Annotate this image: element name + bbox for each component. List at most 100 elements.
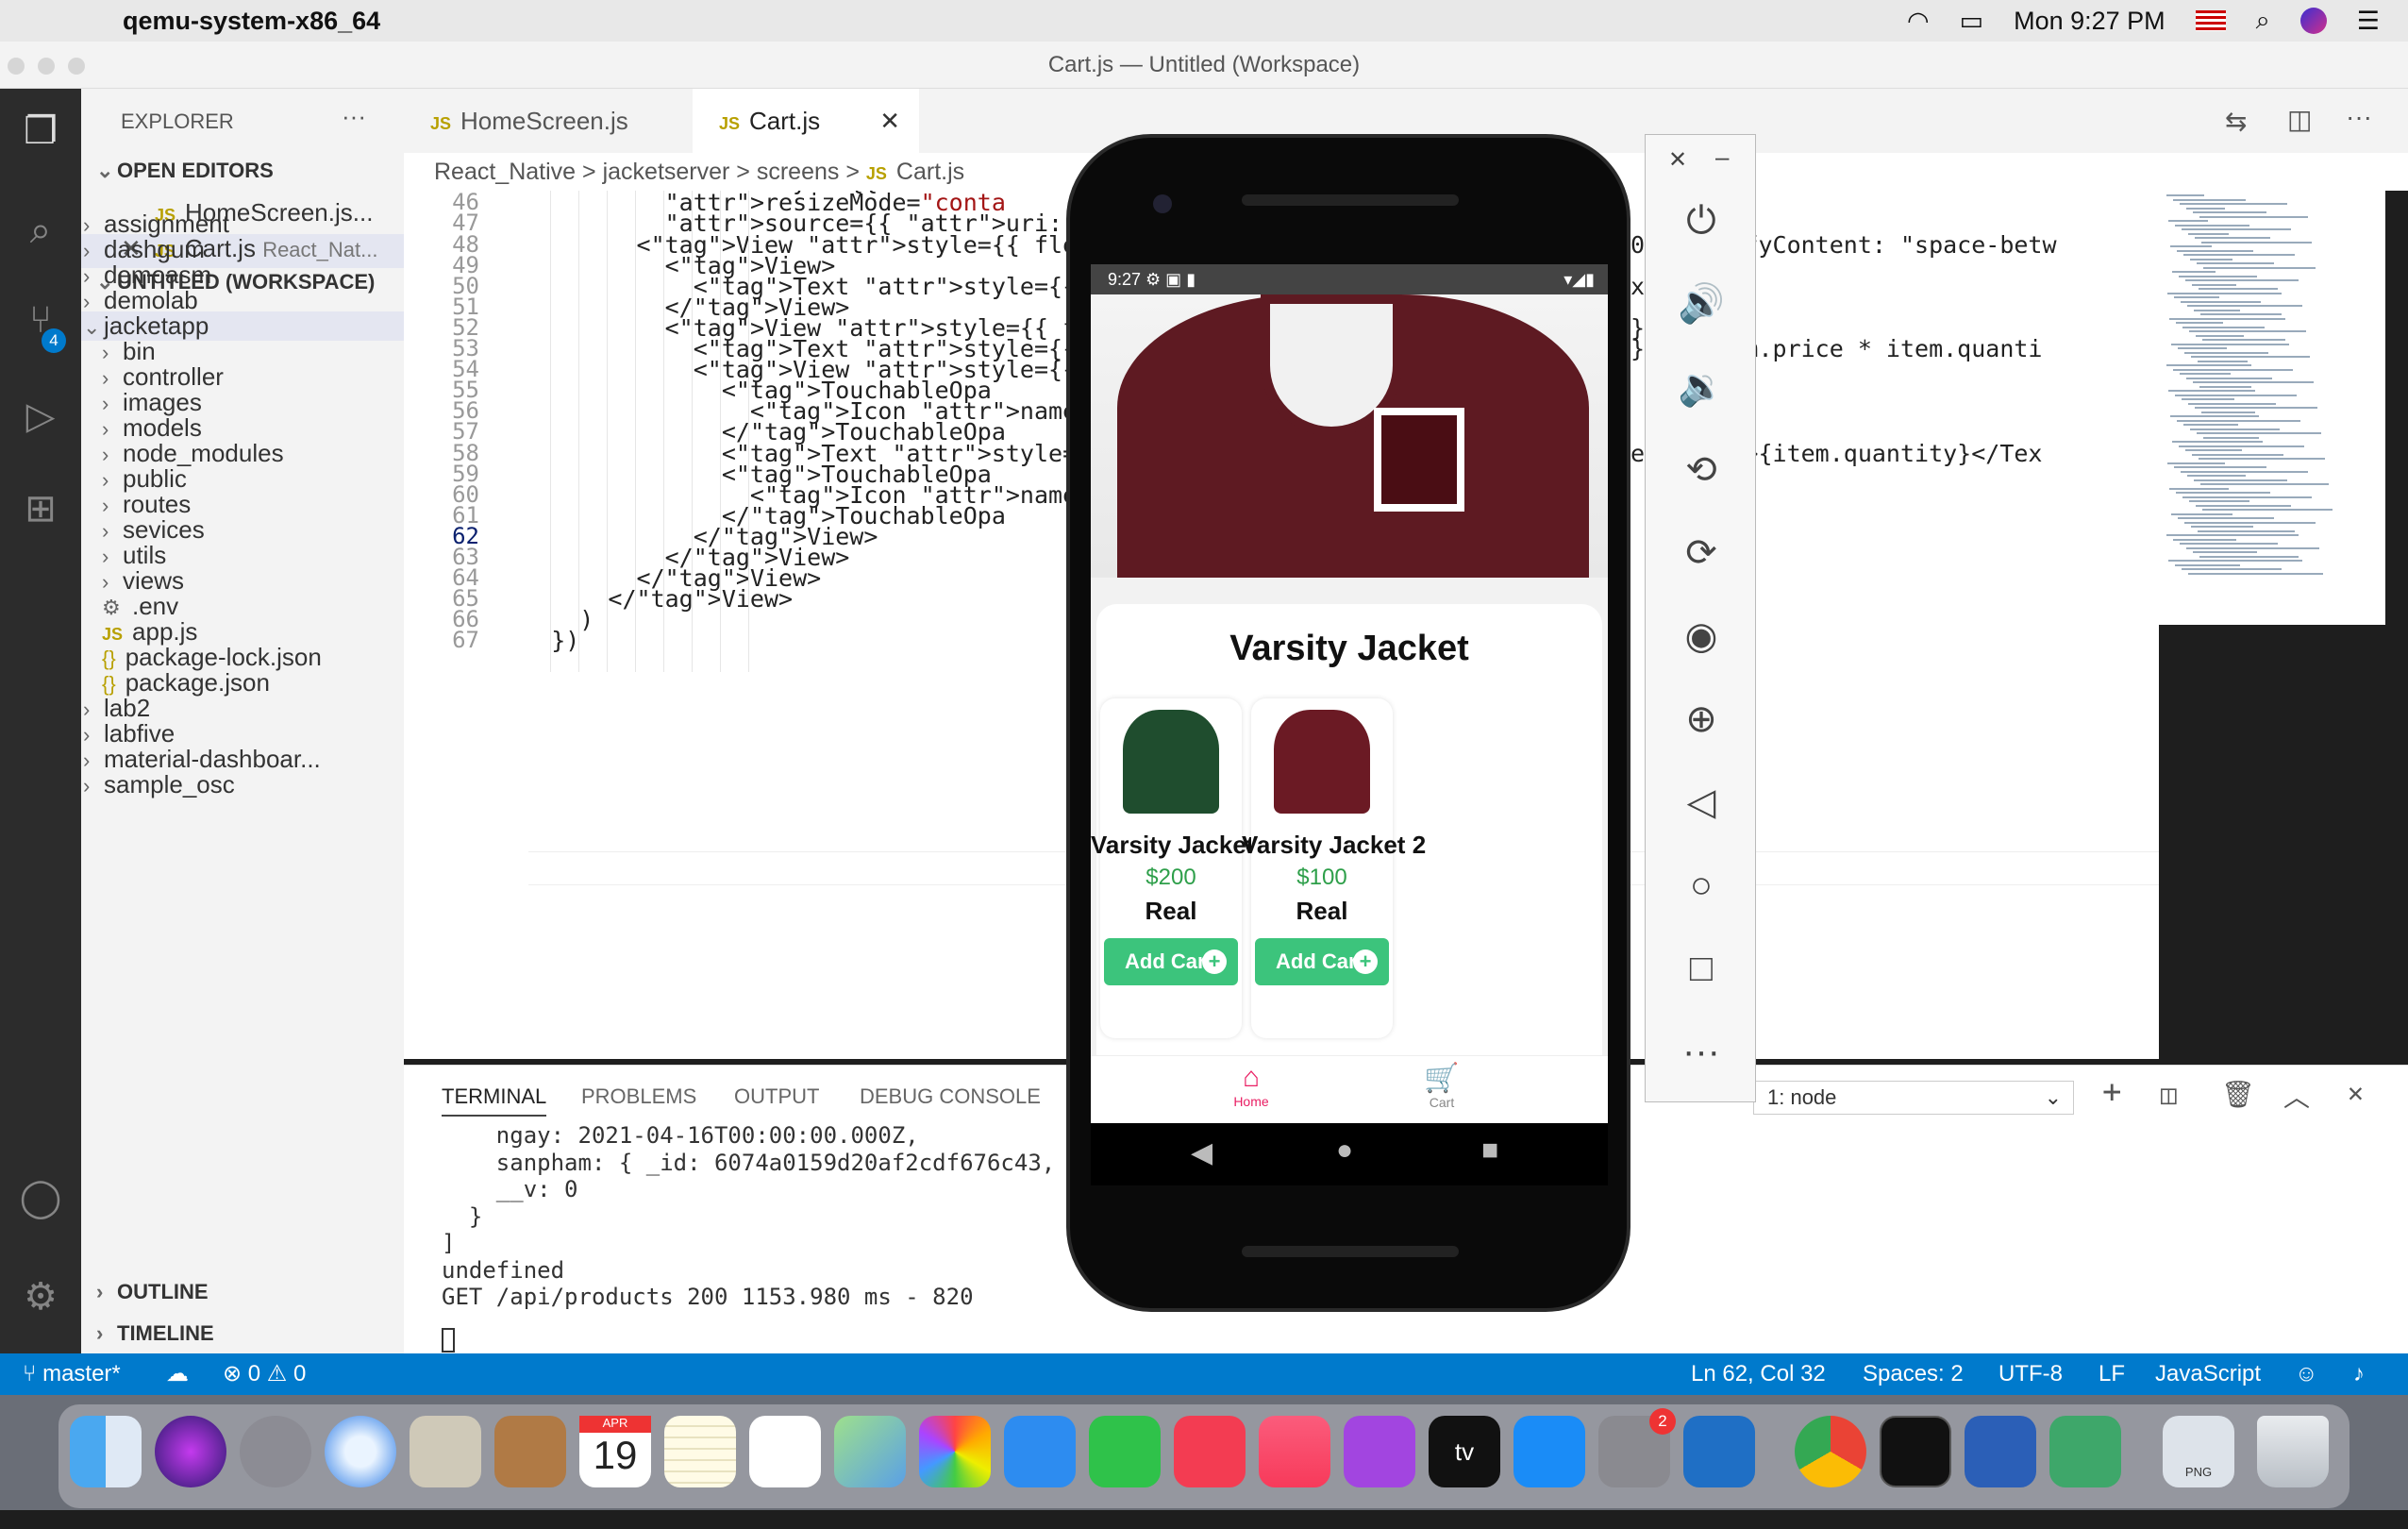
eol-status[interactable]: LF (2099, 1353, 2125, 1395)
screenshot-camera-icon[interactable]: ◉ (1674, 609, 1729, 664)
app-store-icon[interactable] (1513, 1416, 1585, 1487)
home-nav-icon[interactable]: ● (1336, 1134, 1353, 1167)
trash-icon[interactable]: 🗑 (2221, 1079, 2255, 1110)
flag-icon[interactable] (2195, 10, 2226, 31)
system-preferences-icon[interactable]: 2 (1598, 1408, 1676, 1487)
overview-icon[interactable]: □ (1674, 941, 1729, 996)
notifications-bell-icon[interactable]: ♪ (2353, 1353, 2365, 1395)
launchpad-icon[interactable] (240, 1416, 311, 1487)
recents-nav-icon[interactable]: ■ (1481, 1134, 1498, 1167)
word-icon[interactable] (1965, 1416, 2036, 1487)
rotate-left-icon[interactable]: ⟲ (1674, 443, 1729, 497)
back-icon[interactable]: ◁ (1674, 775, 1729, 830)
menubar-clock[interactable]: Mon 9:27 PM (2014, 7, 2166, 36)
tab-terminal[interactable]: TERMINAL (442, 1084, 547, 1117)
close-window-button[interactable] (8, 58, 25, 75)
home-icon[interactable]: ○ (1674, 858, 1729, 913)
siri-icon[interactable] (155, 1416, 226, 1487)
music-icon[interactable] (1259, 1416, 1330, 1487)
facetime-icon[interactable] (1089, 1416, 1161, 1487)
minimize-icon[interactable]: – (1715, 143, 1729, 172)
wifi-icon[interactable]: ◠ (1907, 7, 1930, 36)
android-emulator-icon[interactable] (2049, 1416, 2121, 1487)
close-tab-icon[interactable]: ✕ (879, 89, 900, 153)
breadcrumb-item[interactable]: screens (757, 159, 840, 185)
tab-output[interactable]: OUTPUT (734, 1084, 819, 1109)
breadcrumb-item[interactable]: jacketserver (603, 159, 730, 185)
siri-icon[interactable] (2299, 8, 2327, 34)
photos-icon[interactable] (919, 1416, 991, 1487)
control-center-icon[interactable]: ☰ (2357, 7, 2380, 36)
volume-down-icon[interactable]: 🔉 (1674, 360, 1729, 414)
nav-cart[interactable]: 🛒 Cart (1385, 1062, 1498, 1110)
product-card-item[interactable]: Varsity Jacket $200 Real Add Cart + (1091, 698, 1254, 1038)
power-icon[interactable]: ⏻ (1674, 193, 1729, 248)
outline-section[interactable]: › OUTLINE (96, 1280, 209, 1304)
app-name[interactable]: qemu-system-x86_64 (123, 7, 380, 36)
minimap[interactable] (2159, 191, 2385, 625)
minimize-window-button[interactable] (38, 58, 55, 75)
close-panel-icon[interactable]: ✕ (2348, 1077, 2364, 1108)
rotate-right-icon[interactable]: ⟳ (1674, 526, 1729, 580)
messages-icon[interactable] (1004, 1416, 1076, 1487)
split-terminal-icon[interactable]: ◫ (2161, 1079, 2177, 1110)
split-editor-icon[interactable]: ◫ (2287, 104, 2312, 135)
feedback-icon[interactable]: ☺ (2295, 1353, 2318, 1395)
back-nav-icon[interactable]: ◀ (1191, 1136, 1212, 1169)
tab-debug-console[interactable]: DEBUG CONSOLE (860, 1084, 1041, 1109)
notes-icon[interactable] (664, 1416, 736, 1487)
tree-item[interactable]: › sample_osc (83, 770, 235, 799)
zoom-window-button[interactable] (68, 58, 85, 75)
trash-icon[interactable] (2257, 1416, 2329, 1487)
maximize-panel-icon[interactable]: ︿ (2283, 1077, 2310, 1115)
compare-changes-icon[interactable]: ⇆ (2225, 106, 2247, 137)
add-cart-button[interactable]: Add Cart + (1104, 938, 1238, 985)
problems-status[interactable]: ⊗ 0 ⚠ 0 (223, 1353, 306, 1395)
breadcrumb-item[interactable]: Cart.js (896, 159, 964, 185)
maps-icon[interactable] (834, 1416, 906, 1487)
close-icon[interactable]: ✕ (1668, 146, 1687, 174)
account-icon[interactable]: ◯ (17, 1174, 64, 1221)
more-options-icon[interactable]: ··· (1674, 1024, 1729, 1079)
sync-icon[interactable]: ☁ (166, 1353, 189, 1395)
new-terminal-icon[interactable]: + (2102, 1073, 2121, 1111)
preview-png-icon[interactable]: PNG (2163, 1416, 2234, 1487)
explorer-icon[interactable]: ❐ (17, 108, 64, 155)
settings-gear-icon[interactable]: ⚙ (17, 1273, 64, 1320)
zoom-icon[interactable]: ⊕ (1674, 692, 1729, 747)
nav-home[interactable]: ⌂ Home (1195, 1062, 1308, 1109)
apple-tv-icon[interactable]: tv (1429, 1416, 1500, 1487)
more-actions-icon[interactable]: ··· (2346, 102, 2372, 132)
product-card-item[interactable]: Varsity Jacket 2 $100 Real Add Cart + (1242, 698, 1426, 1038)
indent-status[interactable]: Spaces: 2 (1863, 1353, 1964, 1395)
chrome-icon[interactable] (1795, 1416, 1866, 1487)
tab-cart[interactable]: JS Cart.js ✕ (693, 89, 919, 153)
tab-homescreen[interactable]: JS HomeScreen.js (404, 89, 687, 153)
cursor-position[interactable]: Ln 62, Col 32 (1691, 1353, 1826, 1395)
more-actions-icon[interactable]: ··· (342, 102, 366, 131)
search-icon[interactable]: ⌕ (17, 207, 64, 254)
vscode-icon[interactable] (1683, 1416, 1755, 1487)
open-editors-section[interactable]: ⌄ OPEN EDITORS (96, 159, 274, 183)
extensions-icon[interactable]: ⊞ (17, 485, 64, 532)
run-debug-icon[interactable]: ▷ (17, 393, 64, 440)
volume-up-icon[interactable]: 🔊 (1674, 277, 1729, 331)
timeline-section[interactable]: › TIMELINE (96, 1321, 214, 1346)
podcasts-icon[interactable] (1344, 1416, 1415, 1487)
breadcrumb-item[interactable]: React_Native (434, 159, 576, 185)
encoding-status[interactable]: UTF-8 (1998, 1353, 2063, 1395)
finder-icon[interactable] (70, 1416, 142, 1487)
mail-icon[interactable] (410, 1416, 481, 1487)
terminal-icon[interactable] (1880, 1416, 1951, 1487)
safari-icon[interactable] (325, 1416, 396, 1487)
spotlight-search-icon[interactable]: ⌕ (2256, 6, 2270, 36)
reminders-icon[interactable] (749, 1416, 821, 1487)
language-status[interactable]: JavaScript (2155, 1353, 2261, 1395)
tab-problems[interactable]: PROBLEMS (581, 1084, 696, 1109)
contacts-icon[interactable] (494, 1416, 566, 1487)
terminal-select[interactable]: 1: node ⌄ (1753, 1081, 2074, 1115)
add-cart-button[interactable]: Add Cart + (1255, 938, 1389, 985)
branch-status[interactable]: ⑂ master* (23, 1353, 121, 1395)
news-icon[interactable] (1174, 1416, 1246, 1487)
battery-icon[interactable]: ▭ (1960, 7, 1984, 36)
